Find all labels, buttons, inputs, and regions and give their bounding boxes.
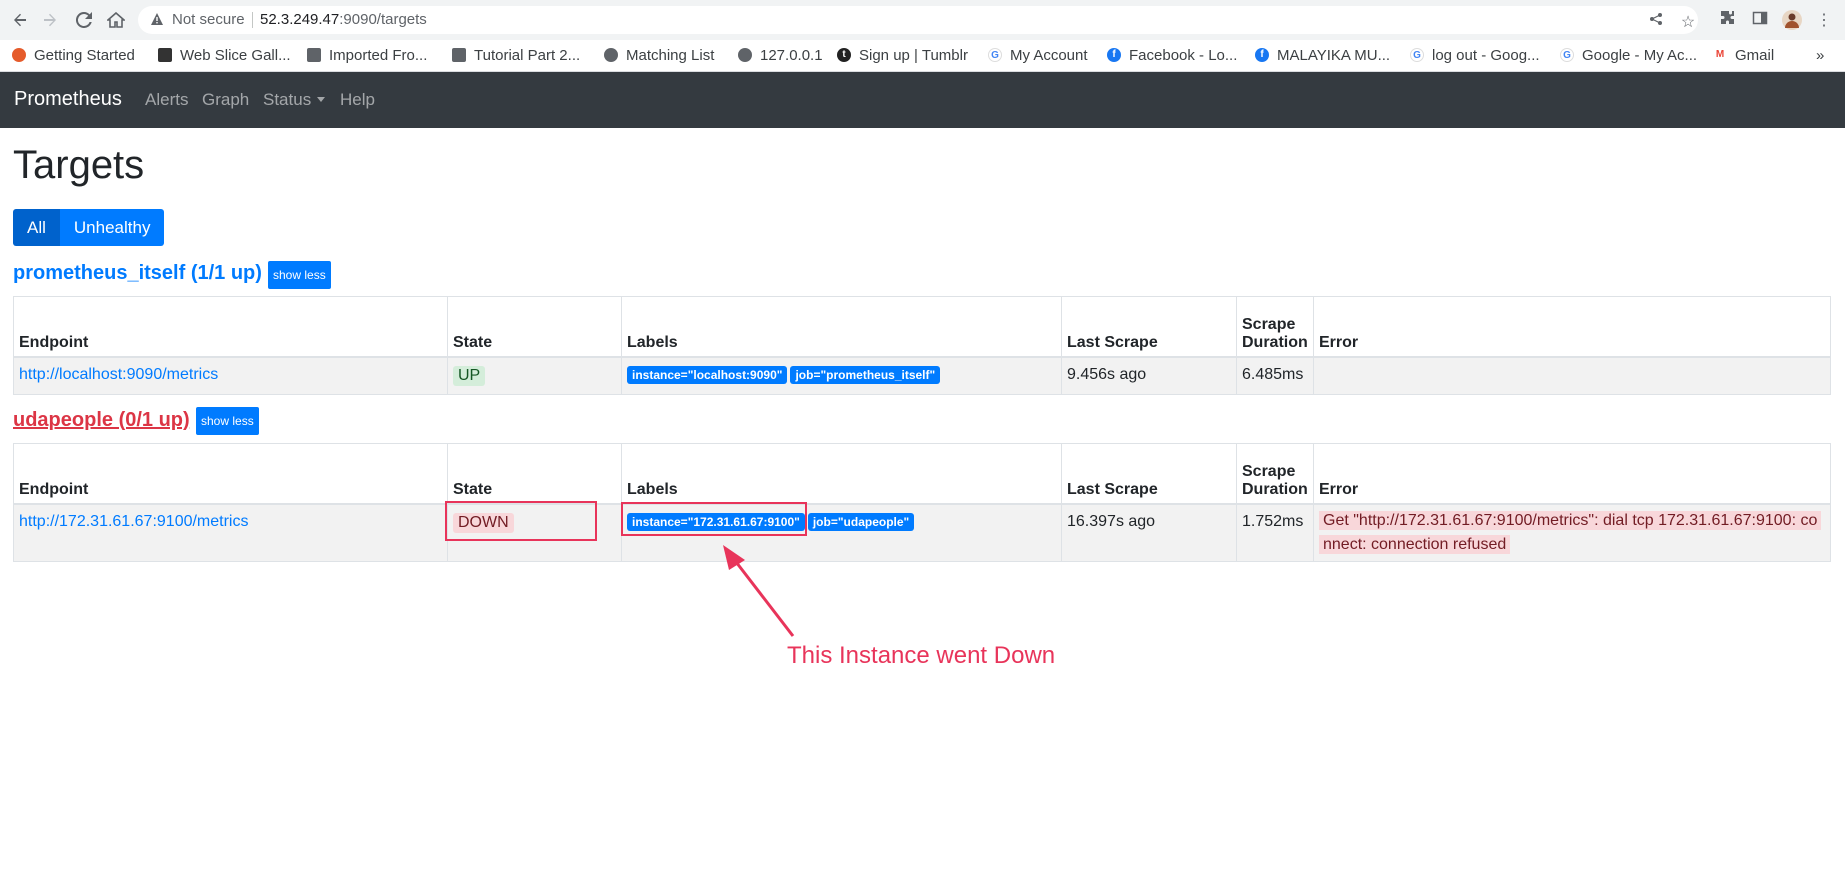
profile-avatar[interactable] [1782,10,1802,30]
browser-toolbar: Not secure 52.3.249.47:9090/targets ☆ ⋮ [0,0,1845,40]
gmail-icon: M [1713,48,1727,62]
url-path: :9090/targets [339,11,427,28]
extensions-icon[interactable] [1718,10,1738,30]
bookmark-malayika[interactable]: f MALAYIKA MU... [1255,44,1390,66]
menu-kebab-icon[interactable]: ⋮ [1814,10,1834,30]
bookmark-star-icon[interactable]: ☆ [1678,12,1698,32]
pool-title-prometheus[interactable]: prometheus_itself (1/1 up) [13,262,262,285]
error-message-line1: Get "http://172.31.61.67:9100/metrics": … [1319,510,1822,530]
bookmark-facebook[interactable]: f Facebook - Lo... [1107,44,1237,66]
targets-table-udapeople: Endpoint State Labels Last Scrape Scrape… [13,443,1831,562]
page-icon [452,48,466,62]
targets-table-prometheus: Endpoint State Labels Last Scrape Scrape… [13,296,1831,395]
column-labels: Labels [621,443,1062,505]
error-cell: Get "http://172.31.61.67:9100/metrics": … [1313,503,1831,562]
bookmarks-bar: Getting Started Web Slice Gall... Import… [0,40,1845,72]
address-bar[interactable]: Not secure 52.3.249.47:9090/targets ☆ [138,6,1698,34]
last-scrape-value: 16.397s ago [1061,503,1237,562]
bookmark-imported[interactable]: Imported Fro... [307,44,427,66]
column-state: State [447,443,622,505]
show-less-button[interactable]: show less [196,407,259,435]
brand-link[interactable]: Prometheus [14,88,122,111]
not-secure-label: Not secure [172,11,245,28]
facebook-icon: f [1255,48,1269,62]
endpoint-link[interactable]: http://172.31.61.67:9100/metrics [19,513,248,530]
target-filter: All Unhealthy [13,209,165,246]
side-panel-icon[interactable] [1750,10,1770,30]
bookmark-gmail[interactable]: M Gmail [1713,44,1774,66]
google-icon: G [1560,48,1574,62]
pool-title-udapeople[interactable]: udapeople (0/1 up) [13,409,190,432]
last-scrape-value: 9.456s ago [1061,356,1237,395]
column-scrape-duration: Scrape Duration [1236,443,1314,505]
firefox-icon [12,48,26,62]
bookmark-google-account[interactable]: G Google - My Ac... [1560,44,1697,66]
reload-icon[interactable] [72,8,96,32]
table-row: http://172.31.61.67:9100/metrics DOWN in… [13,503,1831,562]
filter-all-button[interactable]: All [13,209,60,246]
url-text[interactable]: 52.3.249.47:9090/targets [260,11,427,28]
tumblr-icon: t [837,48,851,62]
bookmark-log-out[interactable]: Glog out - Goog... [1410,44,1540,66]
bookmark-web-slice[interactable]: Web Slice Gall... [158,44,291,66]
bookmark-matching-list[interactable]: Matching List [604,44,714,66]
globe-icon [738,48,752,62]
bookmark-getting-started[interactable]: Getting Started [12,44,135,66]
scrape-duration-value: 1.752ms [1236,503,1314,562]
page-title: Targets [13,143,145,187]
bookmarks-overflow[interactable]: » [1816,44,1824,66]
annotation-box-state [445,501,597,541]
prometheus-navbar: Prometheus Alerts Graph Status Help [0,72,1845,128]
error-message-line2: nnect: connection refused [1319,534,1511,554]
label-job: job="prometheus_itself" [790,365,941,384]
column-endpoint: Endpoint [13,296,448,358]
annotation-box-instance [621,502,807,536]
bookmark-my-account[interactable]: G My Account [988,44,1088,66]
annotation-text: This Instance went Down [787,642,1056,669]
column-error: Error [1313,296,1831,358]
bookmark-localhost[interactable]: 127.0.0.1 [738,44,823,66]
globe-icon [604,48,618,62]
state-badge-up: UP [453,365,486,386]
column-scrape-duration: Scrape Duration [1236,296,1314,358]
filter-unhealthy-button[interactable]: Unhealthy [59,209,165,246]
annotation-arrow [723,545,795,637]
nav-status[interactable]: Status [263,90,326,110]
facebook-icon: f [1107,48,1121,62]
bookmark-tumblr[interactable]: t Sign up | Tumblr [837,44,968,66]
column-state: State [447,296,622,358]
back-icon[interactable] [8,8,32,32]
chevron-down-icon [317,97,326,102]
label-job: job="udapeople" [807,512,915,531]
label-instance: instance="localhost:9090" [627,365,788,384]
home-icon[interactable] [104,8,128,32]
nav-help[interactable]: Help [340,90,375,110]
nav-graph[interactable]: Graph [202,90,249,110]
url-host: 52.3.249.47 [260,11,340,28]
web-slice-icon [158,48,172,62]
google-icon: G [1410,48,1424,62]
column-last-scrape: Last Scrape [1061,296,1237,358]
warning-icon [150,12,164,31]
forward-icon[interactable] [38,8,62,32]
scrape-duration-value: 6.485ms [1236,356,1314,395]
endpoint-link[interactable]: http://localhost:9090/metrics [19,366,218,383]
omnibox-divider [252,12,253,28]
column-last-scrape: Last Scrape [1061,443,1237,505]
nav-alerts[interactable]: Alerts [145,90,188,110]
share-icon[interactable] [1646,12,1666,32]
bookmark-tutorial[interactable]: Tutorial Part 2... [452,44,580,66]
column-error: Error [1313,443,1831,505]
table-row: http://localhost:9090/metrics UP instanc… [13,356,1831,395]
folder-icon [307,48,321,62]
google-icon: G [988,48,1002,62]
column-labels: Labels [621,296,1062,358]
column-endpoint: Endpoint [13,443,448,505]
error-cell [1313,356,1831,395]
show-less-button[interactable]: show less [268,261,331,289]
